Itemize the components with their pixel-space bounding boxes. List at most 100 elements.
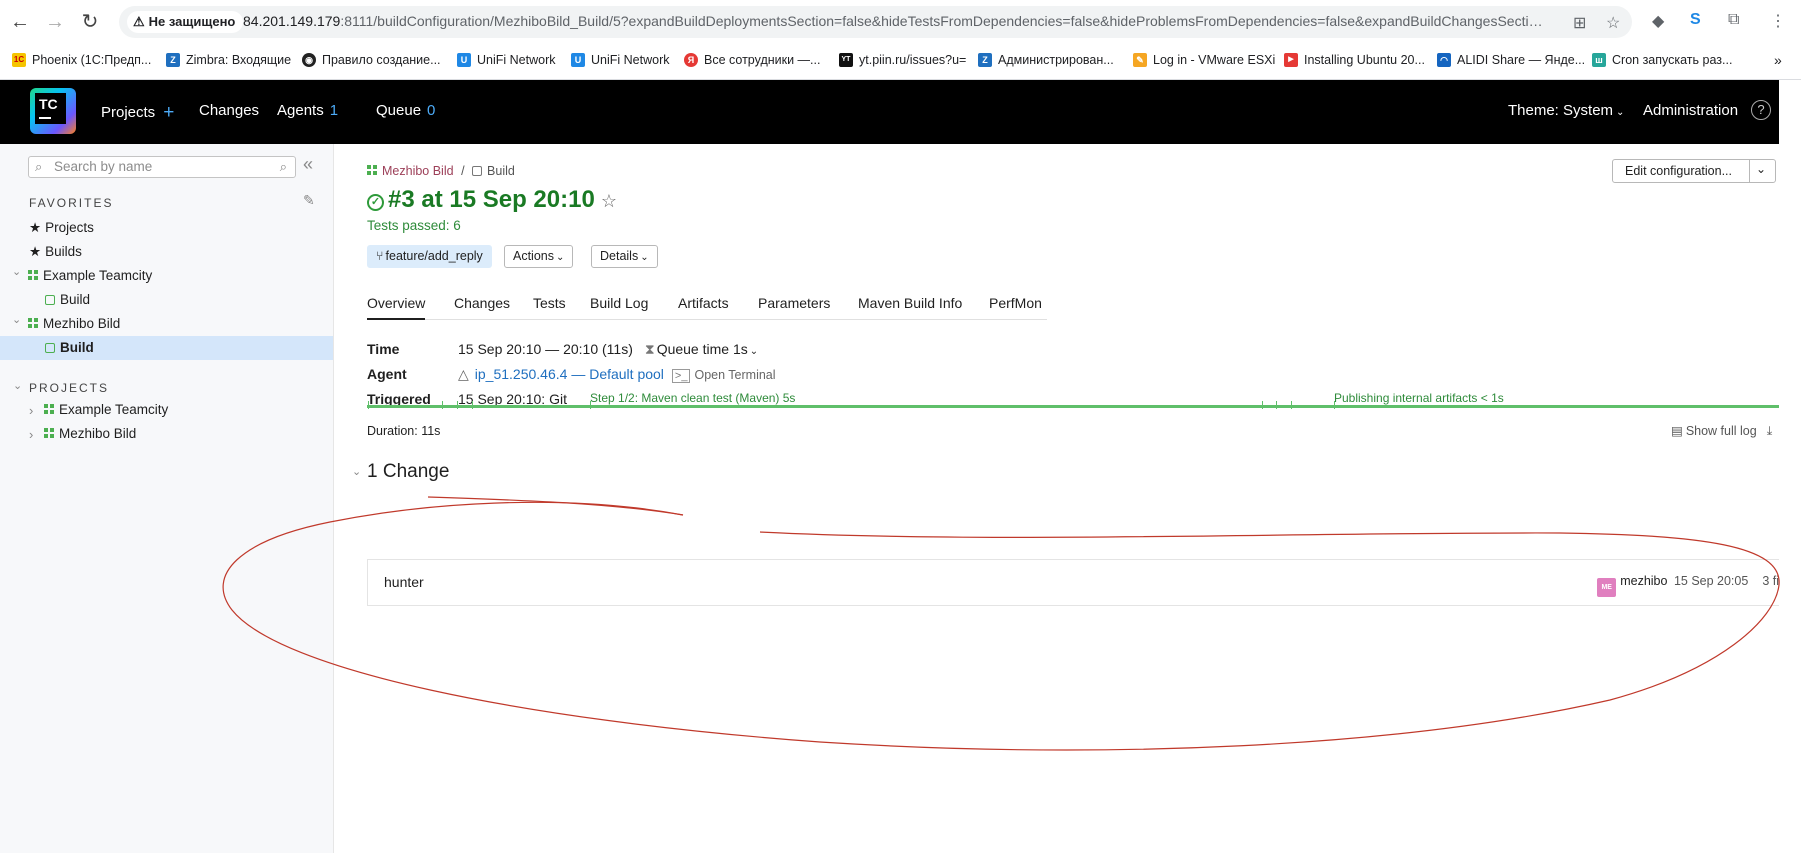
nav-agents[interactable]: Agents 1 bbox=[277, 102, 338, 119]
sidebar-item-build-selected[interactable]: Build bbox=[45, 336, 94, 360]
url-text[interactable]: 84.201.149.179:8111/buildConfiguration/M… bbox=[243, 13, 1543, 29]
chevron-down-icon[interactable]: ⌄ bbox=[13, 379, 22, 392]
branch-icon: ⑂ bbox=[376, 249, 384, 263]
duration-text: Duration: 11s bbox=[367, 424, 441, 438]
nav-projects[interactable]: Projects + bbox=[101, 102, 174, 124]
bookmark-item[interactable]: ш Cron запускать раз... bbox=[1592, 50, 1732, 70]
help-icon[interactable]: ? bbox=[1751, 100, 1771, 120]
build-timeline[interactable] bbox=[367, 405, 1779, 408]
tab-changes[interactable]: Changes bbox=[454, 295, 510, 320]
timeline-tick bbox=[1291, 401, 1292, 409]
branch-badge[interactable]: ⑂ feature/add_reply bbox=[367, 245, 492, 268]
sidebar-item-build[interactable]: Build bbox=[45, 288, 90, 312]
bookmark-item[interactable]: ◉ Правило создание... bbox=[302, 50, 441, 70]
change-files-link[interactable]: 3 fi bbox=[1762, 574, 1779, 588]
sidebar-item-fav-projects[interactable]: ★ Projects bbox=[29, 216, 94, 240]
changes-section-heading[interactable]: ⌄ 1 Change bbox=[352, 461, 449, 483]
timeline-step-publishing[interactable]: Publishing internal artifacts < 1s bbox=[1334, 391, 1504, 405]
add-project-icon[interactable]: + bbox=[163, 102, 174, 123]
breadcrumb-config-link[interactable]: Build bbox=[487, 164, 515, 178]
bookmark-item[interactable]: 1С Phoenix (1С:Предп... bbox=[12, 50, 151, 70]
tab-perfmon[interactable]: PerfMon bbox=[989, 295, 1042, 320]
bookmarks-overflow-icon[interactable]: » bbox=[1774, 50, 1782, 70]
download-icon[interactable]: ⤓ bbox=[1767, 424, 1773, 438]
tab-artifacts[interactable]: Artifacts bbox=[678, 295, 729, 320]
browser-chrome: ← → ↻ ⚠ Не защищено 84.201.149.179:8111/b… bbox=[0, 0, 1801, 80]
nav-changes[interactable]: Changes bbox=[199, 102, 259, 119]
tab-bar: Overview Changes Tests Build Log Artifac… bbox=[367, 295, 1047, 320]
chevron-down-icon[interactable]: ⌄ bbox=[12, 265, 21, 278]
address-bar[interactable]: ⚠ Не защищено 84.201.149.179:8111/buildCo… bbox=[119, 6, 1632, 38]
bookmark-item[interactable]: ▶ Installing Ubuntu 20... bbox=[1284, 50, 1425, 70]
change-message[interactable]: hunter bbox=[384, 574, 424, 590]
bookmark-item[interactable]: U UniFi Network bbox=[457, 50, 556, 70]
details-button[interactable]: Details ⌄ bbox=[591, 245, 658, 268]
reload-icon[interactable]: ↻ bbox=[76, 8, 104, 36]
tab-build-log[interactable]: Build Log bbox=[590, 295, 648, 320]
edit-pencil-icon[interactable]: ✎ bbox=[303, 192, 315, 209]
main-content: Mezhibo Bild / Build Edit configuration.… bbox=[335, 144, 1779, 853]
chevron-down-icon[interactable]: ⌄ bbox=[1756, 162, 1766, 176]
agent-link[interactable]: ip_51.250.46.4 bbox=[475, 366, 568, 382]
breadcrumb-project-link[interactable]: Mezhibo Bild bbox=[382, 164, 454, 178]
sidebar-item-fav-builds[interactable]: ★ Builds bbox=[29, 240, 82, 264]
sidebar-item-example-teamcity[interactable]: Example Teamcity bbox=[28, 264, 152, 288]
search-icon: ⌕ bbox=[35, 159, 43, 174]
tab-parameters[interactable]: Parameters bbox=[758, 295, 830, 320]
bookmark-item[interactable]: YT yt.piin.ru/issues?u= bbox=[839, 50, 966, 70]
chevron-right-icon[interactable]: › bbox=[29, 427, 33, 442]
actions-button[interactable]: Actions ⌄ bbox=[504, 245, 574, 268]
nav-queue[interactable]: Queue 0 bbox=[376, 102, 435, 119]
change-row[interactable]: hunter ME mezhibo 15 Sep 20:05 3 fi bbox=[367, 559, 1779, 606]
bookmark-favicon-icon: Я bbox=[684, 53, 698, 67]
agent-pool-link[interactable]: Default pool bbox=[589, 366, 664, 382]
show-full-log-link[interactable]: ▤ Show full log ⤓ bbox=[1671, 423, 1772, 439]
teamcity-logo[interactable]: TC bbox=[30, 88, 76, 134]
chevron-right-icon[interactable]: › bbox=[29, 403, 33, 418]
sidebar-project-example-teamcity[interactable]: Example Teamcity bbox=[44, 398, 168, 422]
timeline-step-maven[interactable]: Step 1/2: Maven clean test (Maven) 5s bbox=[590, 391, 795, 405]
bookmark-item[interactable]: ✎ Log in - VMware ESXi bbox=[1133, 50, 1275, 70]
queue-time-dropdown[interactable]: Queue time 1s bbox=[657, 341, 748, 357]
collapse-sidebar-icon[interactable]: « bbox=[303, 154, 313, 175]
back-icon[interactable]: ← bbox=[6, 8, 34, 36]
s-extension-icon[interactable]: S bbox=[1690, 11, 1701, 29]
forward-icon[interactable]: → bbox=[41, 8, 69, 36]
edit-configuration-group: Edit configuration... ⌄ bbox=[1612, 159, 1776, 183]
bookmark-favicon-icon: ▶ bbox=[1284, 53, 1298, 67]
tab-overview[interactable]: Overview bbox=[367, 295, 426, 320]
bookmark-favicon-icon: ш bbox=[1592, 53, 1606, 67]
bookmark-item[interactable]: U UniFi Network bbox=[571, 50, 670, 70]
extensions-puzzle-icon[interactable]: ⧉ bbox=[1728, 11, 1739, 29]
time-value: 15 Sep 20:10 — 20:10 (11s) ⧗ Queue time 1s… bbox=[458, 341, 759, 357]
page-title: ✓ #3 at 15 Sep 20:10 ☆ bbox=[367, 186, 617, 214]
security-chip[interactable]: ⚠ Не защищено bbox=[127, 11, 244, 33]
timeline-tick bbox=[1334, 401, 1335, 409]
edit-configuration-button[interactable]: Edit configuration... bbox=[1625, 164, 1732, 178]
bookmark-favicon-icon: ◠ bbox=[1437, 53, 1451, 67]
translate-icon[interactable]: ⊞ bbox=[1573, 13, 1586, 33]
theme-selector[interactable]: Theme: System ⌄ bbox=[1508, 102, 1624, 119]
sidebar: ⌕ Search by name ⌕ « FAVORITES ✎ ★ Projec… bbox=[0, 144, 334, 853]
more-menu-icon[interactable]: ⋮ bbox=[1770, 11, 1786, 31]
favorite-star-icon[interactable]: ☆ bbox=[601, 191, 617, 211]
project-icon bbox=[44, 404, 55, 415]
tab-maven-build-info[interactable]: Maven Build Info bbox=[858, 295, 962, 320]
search-input[interactable]: ⌕ Search by name ⌕ bbox=[28, 156, 296, 178]
nav-administration[interactable]: Administration bbox=[1643, 102, 1738, 119]
bookmark-item[interactable]: Z Администрирован... bbox=[978, 50, 1114, 70]
tab-tests[interactable]: Tests bbox=[533, 295, 566, 320]
extension-icon[interactable]: ◆ bbox=[1652, 11, 1664, 31]
agents-count: 1 bbox=[329, 102, 339, 119]
bookmark-item[interactable]: Я Все сотрудники —... bbox=[684, 50, 820, 70]
bookmark-star-icon[interactable]: ☆ bbox=[1606, 13, 1620, 33]
bookmark-item[interactable]: Z Zimbra: Входящие bbox=[166, 50, 291, 70]
tests-passed-link[interactable]: Tests passed: 6 bbox=[367, 218, 461, 233]
chevron-down-icon[interactable]: ⌄ bbox=[12, 313, 21, 326]
open-terminal-link[interactable]: Open Terminal bbox=[694, 368, 775, 382]
sidebar-item-mezhibo-bild[interactable]: Mezhibo Bild bbox=[28, 312, 120, 336]
sidebar-project-mezhibo-bild[interactable]: Mezhibo Bild bbox=[44, 422, 136, 446]
agent-label: Agent bbox=[367, 366, 407, 382]
timeline-tick bbox=[472, 401, 473, 409]
bookmark-item[interactable]: ◠ ALIDI Share — Янде... bbox=[1437, 50, 1585, 70]
